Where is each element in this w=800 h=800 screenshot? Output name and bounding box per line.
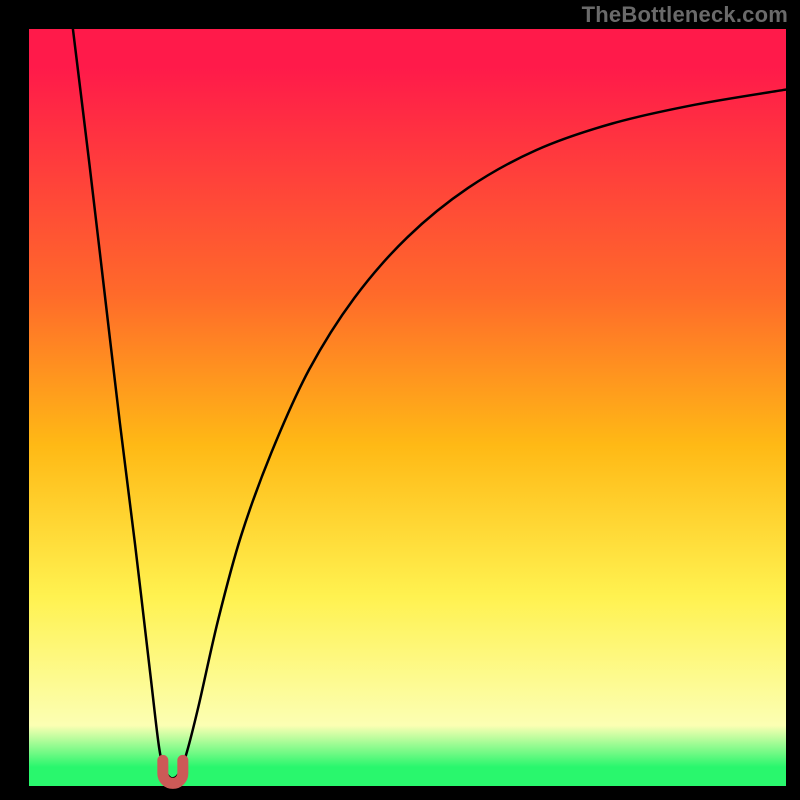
curve-bottleneck-curve [73,29,786,778]
bottleneck-curve [0,0,800,800]
chart-frame: TheBottleneck.com [0,0,800,800]
minimum-marker-icon [163,760,183,783]
